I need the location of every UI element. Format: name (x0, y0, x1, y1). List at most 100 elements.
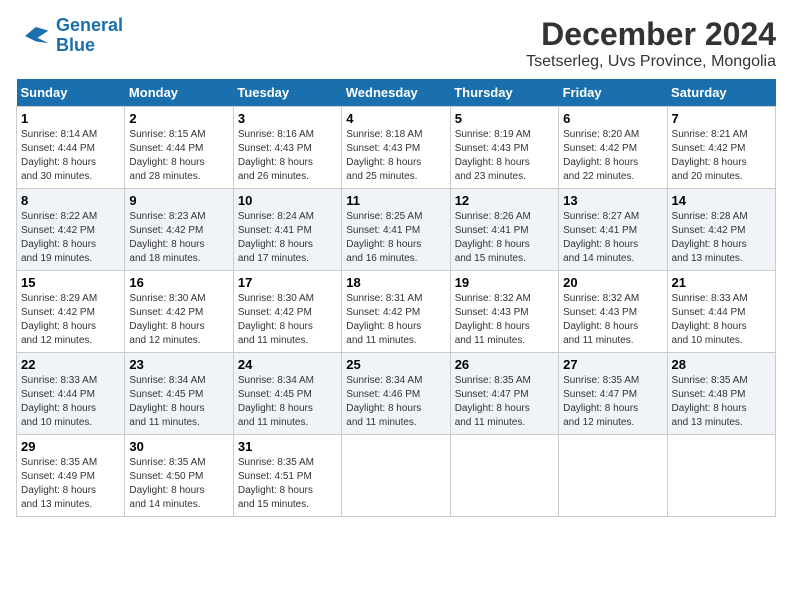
calendar-cell: 29 Sunrise: 8:35 AM Sunset: 4:49 PM Dayli… (17, 435, 125, 517)
calendar-cell: 8 Sunrise: 8:22 AM Sunset: 4:42 PM Daylig… (17, 189, 125, 271)
day-number: 25 (346, 357, 445, 372)
header-sunday: Sunday (17, 79, 125, 107)
day-number: 24 (238, 357, 337, 372)
day-info: Sunrise: 8:14 AM Sunset: 4:44 PM Dayligh… (21, 128, 120, 184)
day-info: Sunrise: 8:32 AM Sunset: 4:43 PM Dayligh… (455, 292, 554, 348)
day-number: 14 (672, 193, 771, 208)
calendar-cell: 23 Sunrise: 8:34 AM Sunset: 4:45 PM Dayli… (125, 353, 233, 435)
day-number: 31 (238, 439, 337, 454)
day-number: 11 (346, 193, 445, 208)
calendar-cell: 9 Sunrise: 8:23 AM Sunset: 4:42 PM Daylig… (125, 189, 233, 271)
day-info: Sunrise: 8:35 AM Sunset: 4:47 PM Dayligh… (455, 374, 554, 430)
calendar-cell: 2 Sunrise: 8:15 AM Sunset: 4:44 PM Daylig… (125, 107, 233, 189)
header-thursday: Thursday (450, 79, 558, 107)
day-number: 17 (238, 275, 337, 290)
day-info: Sunrise: 8:24 AM Sunset: 4:41 PM Dayligh… (238, 210, 337, 266)
day-info: Sunrise: 8:33 AM Sunset: 4:44 PM Dayligh… (672, 292, 771, 348)
calendar-cell (342, 435, 450, 517)
day-number: 10 (238, 193, 337, 208)
calendar-cell: 24 Sunrise: 8:34 AM Sunset: 4:45 PM Dayli… (233, 353, 341, 435)
day-number: 8 (21, 193, 120, 208)
day-number: 3 (238, 111, 337, 126)
week-row-1: 1 Sunrise: 8:14 AM Sunset: 4:44 PM Daylig… (17, 107, 776, 189)
day-info: Sunrise: 8:19 AM Sunset: 4:43 PM Dayligh… (455, 128, 554, 184)
header-row: SundayMondayTuesdayWednesdayThursdayFrid… (17, 79, 776, 107)
calendar-cell: 1 Sunrise: 8:14 AM Sunset: 4:44 PM Daylig… (17, 107, 125, 189)
day-number: 4 (346, 111, 445, 126)
week-row-2: 8 Sunrise: 8:22 AM Sunset: 4:42 PM Daylig… (17, 189, 776, 271)
week-row-3: 15 Sunrise: 8:29 AM Sunset: 4:42 PM Dayli… (17, 271, 776, 353)
day-info: Sunrise: 8:16 AM Sunset: 4:43 PM Dayligh… (238, 128, 337, 184)
day-info: Sunrise: 8:35 AM Sunset: 4:50 PM Dayligh… (129, 456, 228, 512)
day-number: 22 (21, 357, 120, 372)
day-number: 23 (129, 357, 228, 372)
calendar-cell: 12 Sunrise: 8:26 AM Sunset: 4:41 PM Dayli… (450, 189, 558, 271)
calendar-cell: 25 Sunrise: 8:34 AM Sunset: 4:46 PM Dayli… (342, 353, 450, 435)
day-info: Sunrise: 8:34 AM Sunset: 4:45 PM Dayligh… (238, 374, 337, 430)
logo-line1: General (56, 15, 123, 35)
calendar-cell: 21 Sunrise: 8:33 AM Sunset: 4:44 PM Dayli… (667, 271, 775, 353)
calendar-cell: 7Sunrise: 8:21 AM Sunset: 4:42 PM Daylig… (667, 107, 775, 189)
day-info: Sunrise: 8:15 AM Sunset: 4:44 PM Dayligh… (129, 128, 228, 184)
header-saturday: Saturday (667, 79, 775, 107)
day-info: Sunrise: 8:35 AM Sunset: 4:51 PM Dayligh… (238, 456, 337, 512)
day-info: Sunrise: 8:31 AM Sunset: 4:42 PM Dayligh… (346, 292, 445, 348)
day-info: Sunrise: 8:18 AM Sunset: 4:43 PM Dayligh… (346, 128, 445, 184)
page-subtitle: Tsetserleg, Uvs Province, Mongolia (526, 53, 776, 71)
day-info: Sunrise: 8:35 AM Sunset: 4:49 PM Dayligh… (21, 456, 120, 512)
day-info: Sunrise: 8:34 AM Sunset: 4:46 PM Dayligh… (346, 374, 445, 430)
day-number: 9 (129, 193, 228, 208)
calendar-cell: 11 Sunrise: 8:25 AM Sunset: 4:41 PM Dayli… (342, 189, 450, 271)
day-number: 16 (129, 275, 228, 290)
day-number: 5 (455, 111, 554, 126)
day-info: Sunrise: 8:21 AM Sunset: 4:42 PM Dayligh… (672, 128, 771, 184)
day-number: 13 (563, 193, 662, 208)
calendar-cell: 14 Sunrise: 8:28 AM Sunset: 4:42 PM Dayli… (667, 189, 775, 271)
day-info: Sunrise: 8:23 AM Sunset: 4:42 PM Dayligh… (129, 210, 228, 266)
calendar-cell: 16 Sunrise: 8:30 AM Sunset: 4:42 PM Dayli… (125, 271, 233, 353)
calendar-cell: 17 Sunrise: 8:30 AM Sunset: 4:42 PM Dayli… (233, 271, 341, 353)
calendar-cell: 31 Sunrise: 8:35 AM Sunset: 4:51 PM Dayli… (233, 435, 341, 517)
day-number: 29 (21, 439, 120, 454)
calendar-cell: 5 Sunrise: 8:19 AM Sunset: 4:43 PM Daylig… (450, 107, 558, 189)
week-row-5: 29 Sunrise: 8:35 AM Sunset: 4:49 PM Dayli… (17, 435, 776, 517)
header-monday: Monday (125, 79, 233, 107)
day-info: Sunrise: 8:34 AM Sunset: 4:45 PM Dayligh… (129, 374, 228, 430)
calendar-cell: 15 Sunrise: 8:29 AM Sunset: 4:42 PM Dayli… (17, 271, 125, 353)
day-info: Sunrise: 8:35 AM Sunset: 4:47 PM Dayligh… (563, 374, 662, 430)
day-number: 18 (346, 275, 445, 290)
logo-text: General Blue (56, 16, 123, 56)
day-info: Sunrise: 8:30 AM Sunset: 4:42 PM Dayligh… (129, 292, 228, 348)
calendar-cell (667, 435, 775, 517)
calendar-cell: 30Sunrise: 8:35 AM Sunset: 4:50 PM Dayli… (125, 435, 233, 517)
day-number: 27 (563, 357, 662, 372)
day-number: 2 (129, 111, 228, 126)
day-info: Sunrise: 8:27 AM Sunset: 4:41 PM Dayligh… (563, 210, 662, 266)
logo: General Blue (16, 16, 123, 56)
day-info: Sunrise: 8:26 AM Sunset: 4:41 PM Dayligh… (455, 210, 554, 266)
calendar-header: SundayMondayTuesdayWednesdayThursdayFrid… (17, 79, 776, 107)
day-number: 12 (455, 193, 554, 208)
calendar-cell: 27 Sunrise: 8:35 AM Sunset: 4:47 PM Dayli… (559, 353, 667, 435)
week-row-4: 22 Sunrise: 8:33 AM Sunset: 4:44 PM Dayli… (17, 353, 776, 435)
day-info: Sunrise: 8:28 AM Sunset: 4:42 PM Dayligh… (672, 210, 771, 266)
header-wednesday: Wednesday (342, 79, 450, 107)
day-info: Sunrise: 8:29 AM Sunset: 4:42 PM Dayligh… (21, 292, 120, 348)
day-number: 20 (563, 275, 662, 290)
day-info: Sunrise: 8:33 AM Sunset: 4:44 PM Dayligh… (21, 374, 120, 430)
calendar-cell: 6Sunrise: 8:20 AM Sunset: 4:42 PM Daylig… (559, 107, 667, 189)
day-info: Sunrise: 8:25 AM Sunset: 4:41 PM Dayligh… (346, 210, 445, 266)
calendar-cell: 22 Sunrise: 8:33 AM Sunset: 4:44 PM Dayli… (17, 353, 125, 435)
calendar-cell: 26Sunrise: 8:35 AM Sunset: 4:47 PM Dayli… (450, 353, 558, 435)
page-title: December 2024 (526, 16, 776, 53)
day-info: Sunrise: 8:22 AM Sunset: 4:42 PM Dayligh… (21, 210, 120, 266)
calendar-cell: 4 Sunrise: 8:18 AM Sunset: 4:43 PM Daylig… (342, 107, 450, 189)
calendar-cell: 18 Sunrise: 8:31 AM Sunset: 4:42 PM Dayli… (342, 271, 450, 353)
title-area: December 2024 Tsetserleg, Uvs Province, … (526, 16, 776, 71)
day-number: 1 (21, 111, 120, 126)
day-number: 21 (672, 275, 771, 290)
day-info: Sunrise: 8:30 AM Sunset: 4:42 PM Dayligh… (238, 292, 337, 348)
header-friday: Friday (559, 79, 667, 107)
day-number: 15 (21, 275, 120, 290)
header: General Blue December 2024 Tsetserleg, U… (16, 16, 776, 71)
